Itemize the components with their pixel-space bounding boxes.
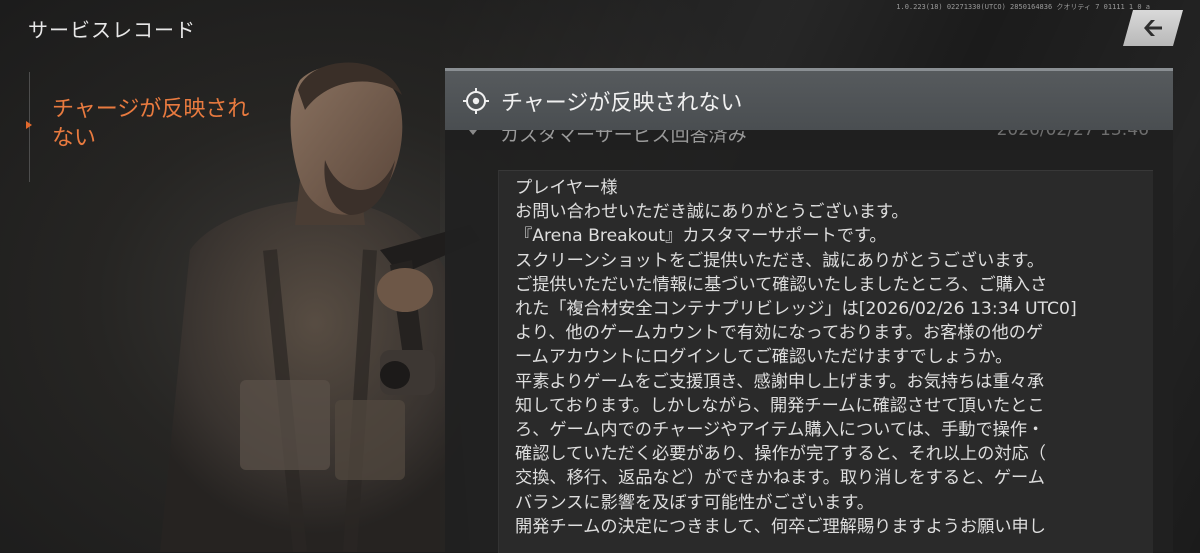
crosshair-target-icon — [463, 87, 489, 114]
message-line: バランスに影響を及ぼす可能性がございます。 — [515, 492, 874, 513]
message-line: ームアカウントにログインしてご確認いただけますでしょうか。 — [515, 347, 1013, 368]
message-line: 平素よりゲームをご支援頂き、感謝申し上げます。お気持ちは重々承 — [515, 371, 1045, 392]
chevron-left-icon — [1142, 19, 1164, 37]
caret-down-icon — [469, 130, 477, 135]
ticket-row[interactable]: カスタマーサービス回答済み 2026/02/27 13:46 — [445, 130, 1173, 150]
ticket-timestamp: 2026/02/27 13:46 — [996, 130, 1149, 140]
sidebar-item-charge-not-reflected[interactable]: チャージが反映されない — [52, 95, 262, 153]
message-line: れた「複合材安全コンテナプリビレッジ」は[2026/02/26 13:34 UT… — [515, 299, 1077, 320]
message-line: 開発チームの決定につきまして、何卒ご理解賜りますようお願い申し — [515, 516, 1046, 537]
panel-title: チャージが反映されない — [501, 90, 743, 116]
version-info: 1.0.223(18) 02271330(UTCO) 2850164836 クオ… — [896, 3, 1150, 11]
message-line: プレイヤー様 — [515, 178, 618, 198]
page-title: サービスレコード — [28, 18, 196, 42]
message-line: より、他のゲームカウントで有効になっております。お客様の他のゲ — [515, 323, 1044, 344]
ticket-status: カスタマーサービス回答済み — [500, 130, 747, 146]
message-line: お問い合わせいただき誠にありがとうございます。 — [515, 202, 909, 223]
message-line: 確認していただく必要があり、操作が完了すると、それ以上の対応（ — [515, 444, 1046, 465]
back-button[interactable] — [1123, 10, 1183, 46]
message-line: スクリーンショットをご提供いただき、誠にありがとうございます。 — [515, 250, 1045, 271]
panel-header: チャージが反映されない — [445, 68, 1173, 130]
message-line: ろ、ゲーム内でのチャージやアイテム購入については、手動で操作・ — [515, 420, 1045, 441]
message-line: ご提供いただいた情報に基づいて確認いたしましたところ、ご購入さ — [515, 274, 1048, 295]
message-line: 『Arena Breakout』カスタマーサポートです。 — [515, 226, 887, 247]
triangle-marker-icon — [26, 121, 32, 129]
message-line: 交換、移行、返品など）ができかねます。取り消しをすると、ゲーム — [515, 468, 1045, 489]
support-message: プレイヤー様 お問い合わせいただき誠にありがとうございます。 『Arena Br… — [515, 176, 1145, 539]
message-line: 知しております。しかしながら、開発チームに確認させて頂いたとこ — [515, 395, 1045, 416]
